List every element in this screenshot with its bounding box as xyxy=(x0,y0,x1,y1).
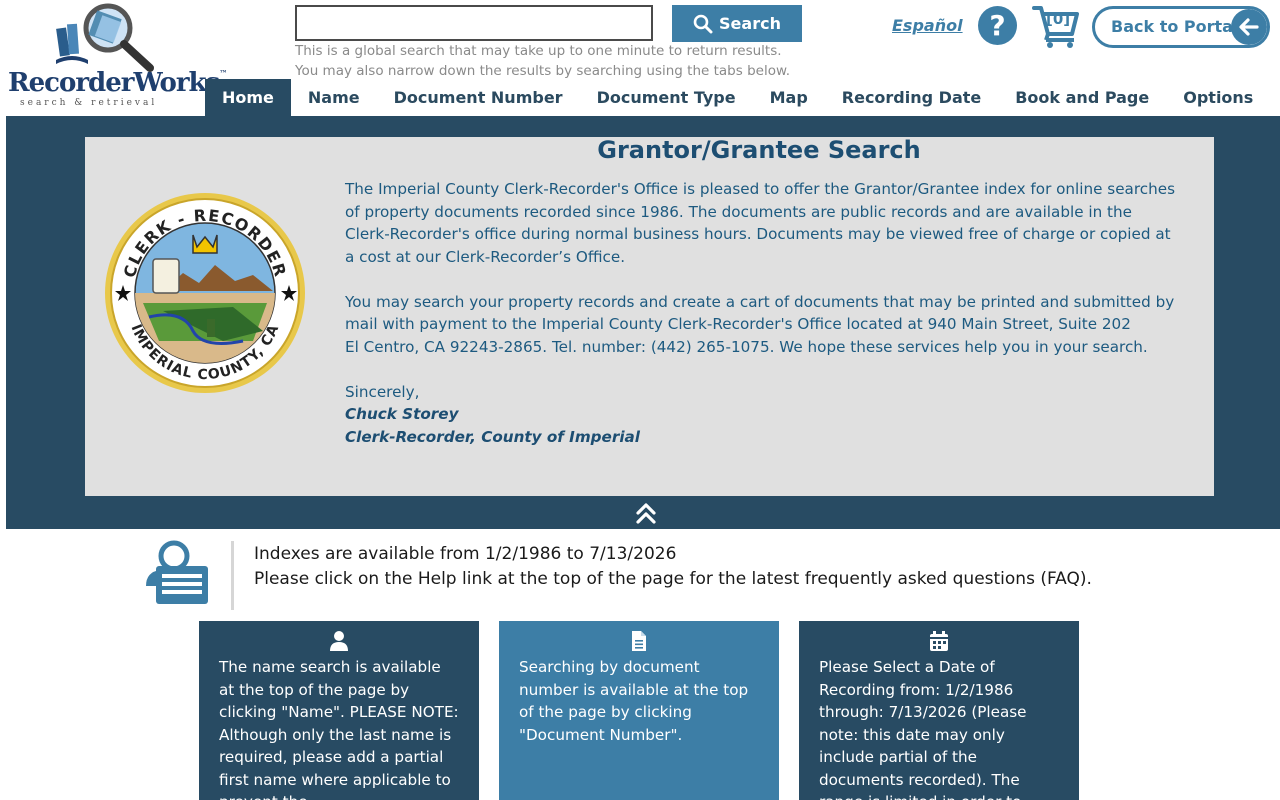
tab-document-type[interactable]: Document Type xyxy=(580,79,753,116)
tab-map[interactable]: Map xyxy=(753,79,825,116)
county-seal: CLERK - RECORDER IMPERIAL COUNTY, CA xyxy=(105,193,305,393)
tab-recording-date[interactable]: Recording Date xyxy=(825,79,998,116)
search-help-text: This is a global search that may take up… xyxy=(295,43,791,79)
recorderworks-logo[interactable]: RecorderWorks™ search & retrieval xyxy=(6,2,227,110)
arrow-left-icon xyxy=(1231,9,1267,45)
global-search-input[interactable] xyxy=(295,5,653,41)
tab-options[interactable]: Options xyxy=(1166,79,1270,116)
name-search-card[interactable]: The name search is available at the top … xyxy=(199,621,479,800)
logo-tagline: search & retrieval xyxy=(20,98,158,108)
welcome-banner: Grantor/Grantee Search CLERK - RECORDER xyxy=(6,116,1280,529)
recording-date-card-text: Please Select a Date of Recording from: … xyxy=(819,658,1027,800)
back-to-portal-button[interactable]: Back to Portal xyxy=(1092,6,1270,48)
tab-document-number[interactable]: Document Number xyxy=(377,79,580,116)
tab-book-and-page[interactable]: Book and Page xyxy=(998,79,1166,116)
index-info: Indexes are available from 1/2/1986 to 7… xyxy=(254,542,1092,592)
welcome-message: The Imperial County Clerk-Recorder's Off… xyxy=(345,178,1175,448)
calendar-icon xyxy=(930,631,948,651)
magnifier-books-icon xyxy=(56,3,154,72)
document-number-card-text: Searching by document number is availabl… xyxy=(519,658,749,744)
welcome-paragraph-1: The Imperial County Clerk-Recorder's Off… xyxy=(345,180,1176,266)
cart-count: [0] xyxy=(1046,10,1071,28)
document-number-card[interactable]: Searching by document number is availabl… xyxy=(499,621,779,800)
recording-date-card[interactable]: Please Select a Date of Recording from: … xyxy=(799,621,1079,800)
help-question-icon: ? xyxy=(989,9,1006,42)
user-icon xyxy=(330,631,348,651)
tab-home[interactable]: Home xyxy=(205,79,291,116)
user-records-icon xyxy=(146,540,208,604)
search-icon xyxy=(693,14,713,33)
tab-name[interactable]: Name xyxy=(291,79,377,116)
logo-wordmark: RecorderWorks™ xyxy=(8,68,227,98)
chevron-double-up-icon[interactable] xyxy=(634,501,658,525)
welcome-panel: Grantor/Grantee Search CLERK - RECORDER xyxy=(85,137,1214,496)
faq-notice: Please click on the Help link at the top… xyxy=(254,569,1092,589)
page-title: Grantor/Grantee Search xyxy=(597,136,921,164)
welcome-paragraph-3: El Centro, CA 92243-2865. Tel. number: (… xyxy=(345,337,1148,356)
signature-title: Clerk-Recorder, County of Imperial xyxy=(345,427,640,446)
closing-text: Sincerely, xyxy=(345,382,420,401)
name-search-card-text: The name search is available at the top … xyxy=(219,658,459,800)
index-availability: Indexes are available from 1/2/1986 to 7… xyxy=(254,544,677,564)
espanol-link[interactable]: Español xyxy=(892,16,963,35)
search-button-label: Search xyxy=(719,14,781,33)
back-to-portal-label: Back to Portal xyxy=(1111,17,1239,36)
signature-name: Chuck Storey xyxy=(345,405,459,423)
search-button[interactable]: Search xyxy=(672,5,802,42)
help-button[interactable]: ? xyxy=(978,6,1017,45)
main-nav: Home Name Document Number Document Type … xyxy=(205,79,1270,116)
welcome-paragraph-2: You may search your property records and… xyxy=(345,292,1175,334)
info-divider xyxy=(231,541,234,610)
document-icon xyxy=(632,631,646,651)
